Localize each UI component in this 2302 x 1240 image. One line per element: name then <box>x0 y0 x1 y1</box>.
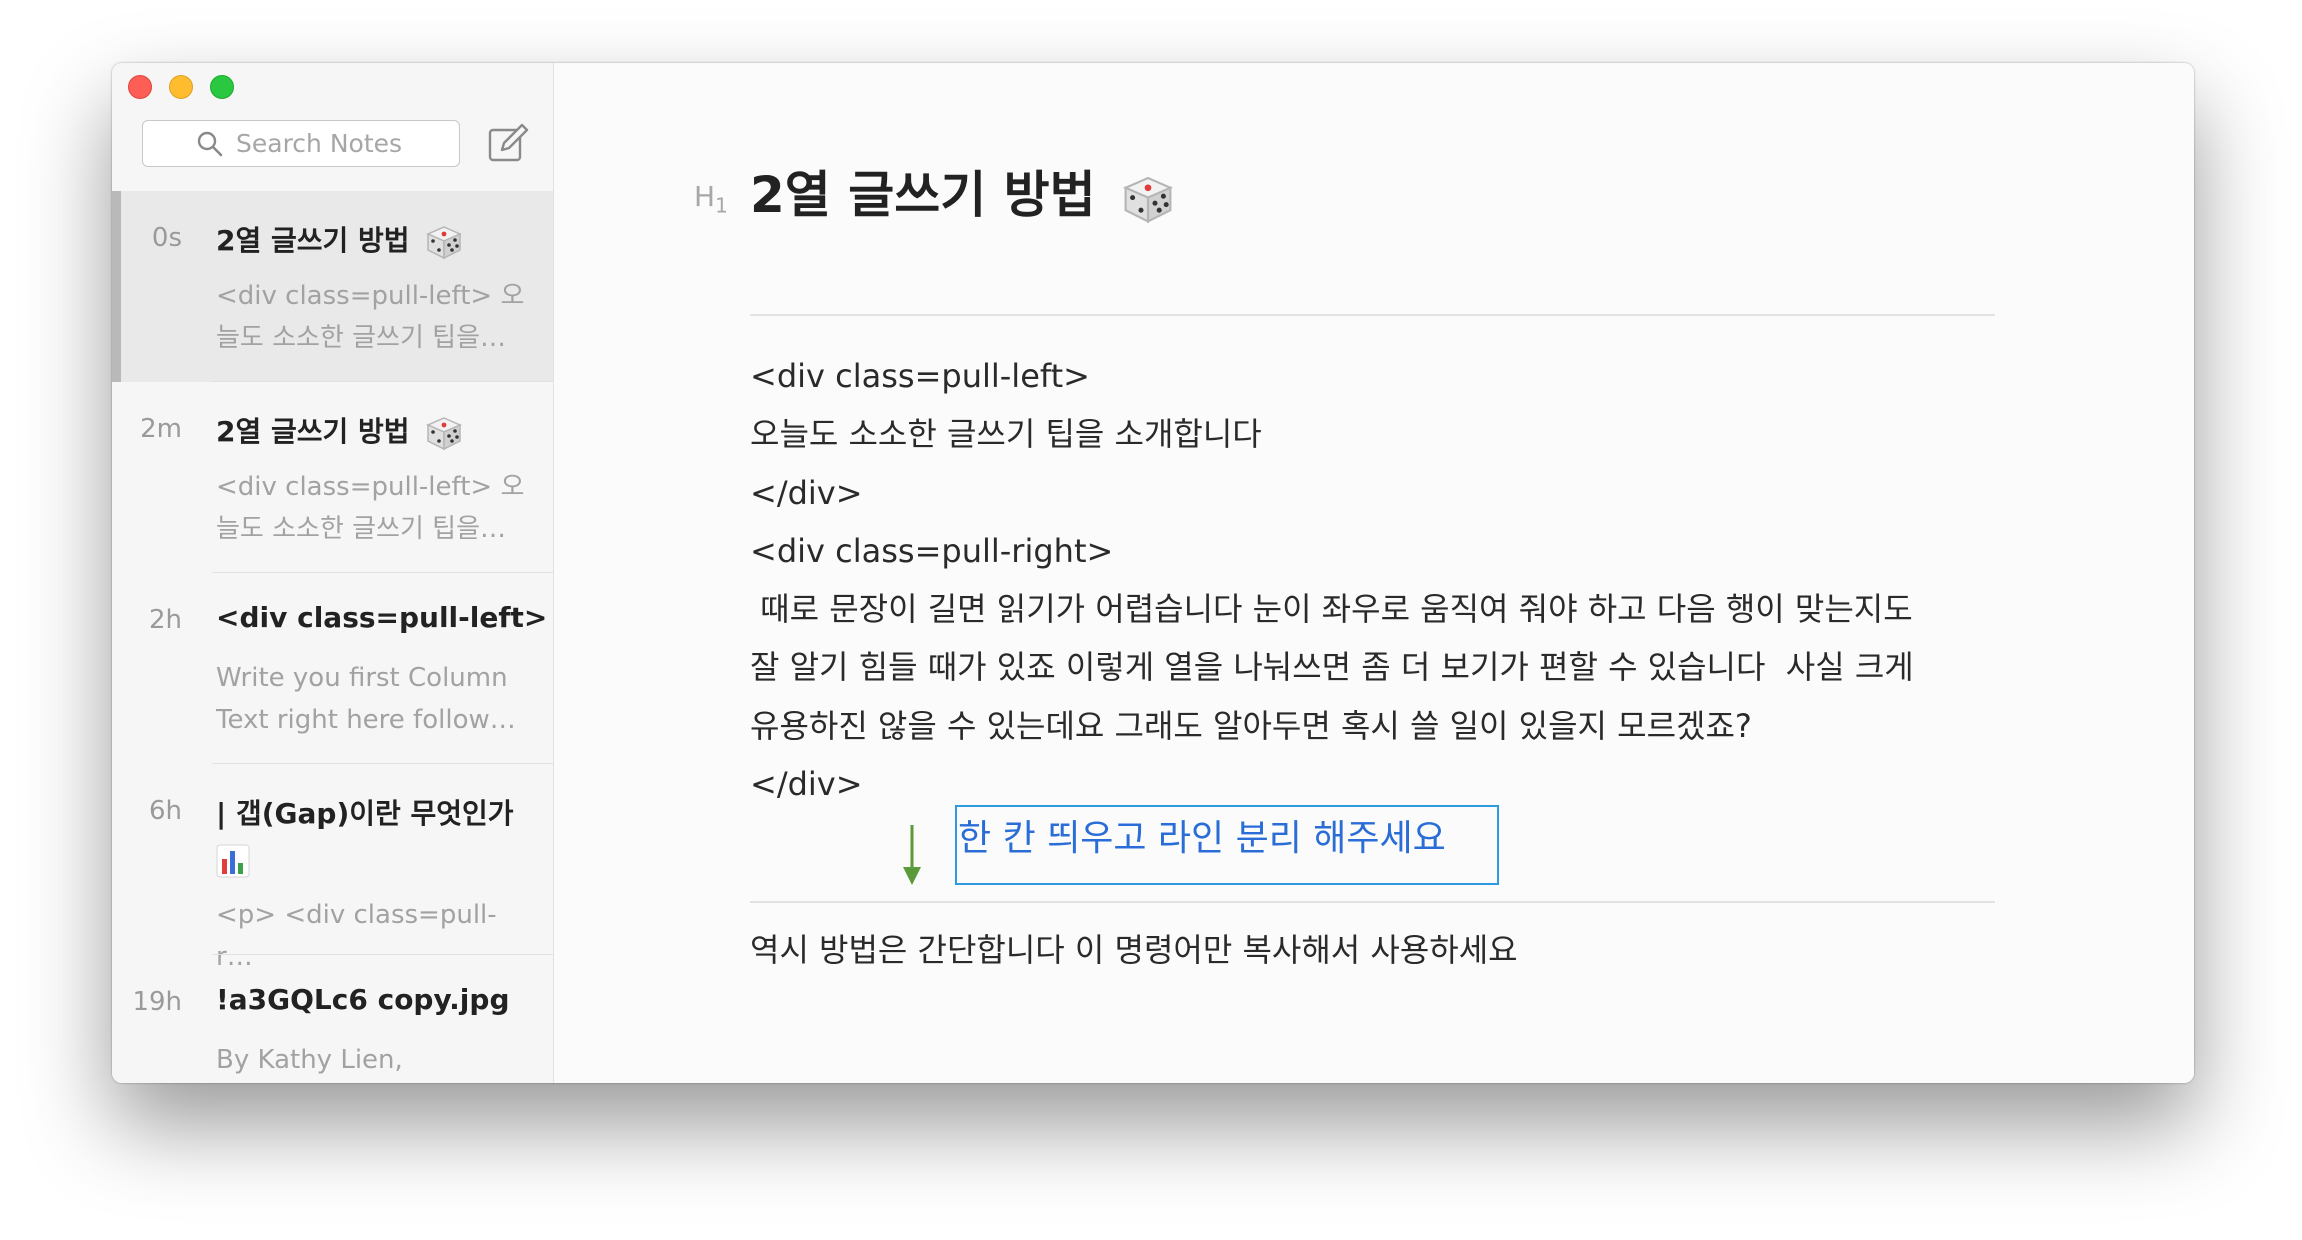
body-line: 오늘도 소소한 글쓰기 팁을 소개합니다 <box>750 415 1262 454</box>
note-heading[interactable]: 2열 글쓰기 방법 <box>750 155 1176 227</box>
search-field[interactable] <box>142 120 460 167</box>
note-editor[interactable]: H1 2열 글쓰기 방법 <div class=pull-left> 오늘도 소… <box>554 63 2194 1083</box>
horizontal-rule <box>750 901 1995 903</box>
compose-icon[interactable] <box>486 122 530 166</box>
note-heading-text: 2열 글쓰기 방법 <box>750 166 1096 224</box>
note-time: 0s <box>151 223 182 253</box>
note-title: | 갭(Gap)이란 무엇인가 <box>216 797 514 830</box>
search-icon <box>197 131 223 156</box>
body-line: <div class=pull-right> <box>750 531 1114 570</box>
note-title: !a3GQLc6 copy.jpg <box>216 983 510 1016</box>
note-list-item[interactable]: 2m 2열 글쓰기 방법 <div class=pull-left> 오늘도 소… <box>112 382 553 573</box>
zoom-window-button[interactable] <box>210 75 234 99</box>
note-time: 6h <box>148 796 182 826</box>
note-list-item[interactable]: 0s 2열 글쓰기 방법 <div class=pull-left> 오늘도 소… <box>112 191 553 382</box>
note-preview: <div class=pull-left> 오늘도 소소한 글쓰기 팁을… <box>216 472 525 544</box>
die-icon <box>425 226 462 260</box>
body-line: 잘 알기 힘들 때가 있죠 이렇게 열을 나눠쓰면 좀 더 보기가 편할 수 있… <box>750 648 1914 687</box>
die-icon <box>425 417 462 451</box>
note-time: 19h <box>132 987 182 1017</box>
note-preview: By Kathy Lien, <box>216 1045 403 1075</box>
body-line: 역시 방법은 간단합니다 이 명령어만 복사해서 사용하세요 <box>750 931 1518 969</box>
note-preview: Write you first Column Text right here f… <box>216 663 516 735</box>
note-body[interactable]: <div class=pull-left> 오늘도 소소한 글쓰기 팁을 소개합… <box>750 347 2010 813</box>
note-time: 2h <box>148 605 182 635</box>
body-line: </div> <box>750 473 863 512</box>
note-title-text: 2열 글쓰기 방법 <box>216 415 410 448</box>
body-line: 때로 문장이 길면 읽기가 어렵습니다 눈이 좌우로 움직여 줘야 하고 다음 … <box>750 590 1913 629</box>
note-list: 0s 2열 글쓰기 방법 <div class=pull-left> 오늘도 소… <box>112 191 553 1083</box>
die-icon <box>1122 176 1173 223</box>
note-preview: <div class=pull-left> 오늘도 소소한 글쓰기 팁을… <box>216 281 525 353</box>
heading-level-marker: H1 <box>694 180 728 218</box>
note-list-item[interactable]: 6h | 갭(Gap)이란 무엇인가 <p> <div class=pull-r… <box>112 764 553 972</box>
arrow-down-icon <box>903 825 921 885</box>
note-list-item[interactable]: 2h <div class=pull-left> Write you first… <box>112 573 553 764</box>
note-title: 2열 글쓰기 방법 <box>216 219 536 260</box>
note-title: <div class=pull-left> <box>216 601 548 634</box>
bear-app-window: 0s 2열 글쓰기 방법 <div class=pull-left> 오늘도 소… <box>112 63 2194 1083</box>
close-window-button[interactable] <box>128 75 152 99</box>
annotation-text: 한 칸 띄우고 라인 분리 해주세요 <box>958 818 1446 859</box>
minimize-window-button[interactable] <box>169 75 193 99</box>
body-line: <div class=pull-left> <box>750 357 1090 395</box>
window-controls <box>128 75 234 99</box>
note-title: 2열 글쓰기 방법 <box>216 410 536 451</box>
bar-chart-icon <box>216 844 250 878</box>
horizontal-rule <box>750 314 1995 316</box>
search-input[interactable] <box>236 129 406 158</box>
note-list-sidebar: 0s 2열 글쓰기 방법 <div class=pull-left> 오늘도 소… <box>112 63 554 1083</box>
note-title-text: 2열 글쓰기 방법 <box>216 224 410 257</box>
note-list-item[interactable]: 19h !a3GQLc6 copy.jpg By Kathy Lien, <box>112 955 553 1083</box>
body-line: 유용하진 않을 수 있는데요 그래도 알아두면 혹시 쓸 일이 있을지 모르겠죠… <box>750 706 1752 745</box>
note-time: 2m <box>140 414 182 444</box>
